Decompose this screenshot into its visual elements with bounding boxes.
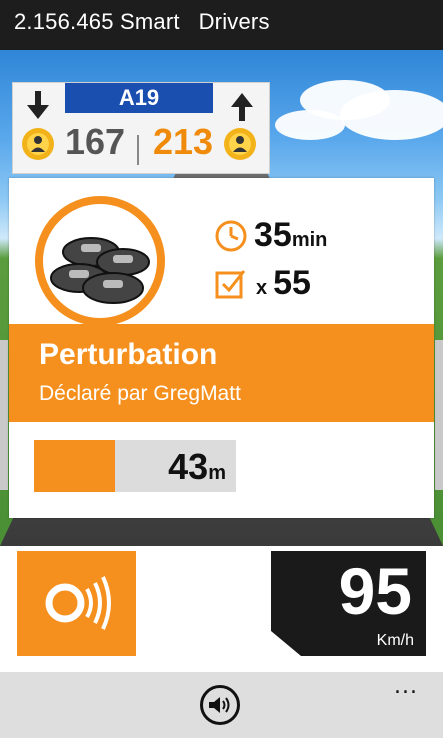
users-down-count: 167 bbox=[65, 121, 126, 162]
user-badge-icon bbox=[224, 128, 256, 160]
traffic-jam-icon bbox=[35, 196, 165, 326]
app-title: 2.156.465 Smart Drivers bbox=[14, 9, 270, 34]
clock-icon bbox=[215, 220, 247, 251]
more-button[interactable]: ... bbox=[394, 674, 418, 699]
speed-unit: Km/h bbox=[376, 632, 414, 649]
controls-area: 95 Km/h bbox=[0, 546, 443, 672]
distance-value: 43 bbox=[168, 446, 209, 487]
title-bar: 2.156.465 Smart Drivers bbox=[0, 0, 443, 50]
user-badge-icon bbox=[22, 128, 54, 160]
road-name: A19 bbox=[65, 83, 213, 113]
users-up-count: 213 bbox=[153, 121, 214, 162]
app-bar: ... bbox=[0, 672, 443, 738]
duration-unit: min bbox=[291, 229, 328, 251]
speaker-icon bbox=[209, 697, 230, 713]
speedometer: 95 Km/h bbox=[271, 551, 426, 656]
arrow-down-icon bbox=[27, 91, 49, 119]
checkbox-icon bbox=[215, 269, 246, 298]
distance-readout: 43m bbox=[168, 446, 226, 488]
report-button[interactable] bbox=[17, 551, 136, 656]
event-title: Perturbation bbox=[39, 338, 218, 371]
distance-progress: 43m bbox=[34, 440, 236, 492]
cloud bbox=[340, 90, 443, 140]
distance-progress-fill bbox=[34, 440, 115, 492]
confirm-count: 55 bbox=[273, 264, 311, 302]
arrow-up-icon bbox=[231, 93, 253, 121]
road-sign: A19 167 213 bbox=[12, 82, 270, 174]
confirmations-stat: x 55 bbox=[214, 264, 311, 303]
guardrail-left bbox=[0, 340, 8, 490]
event-banner: Perturbation Déclaré par GregMatt bbox=[9, 324, 434, 422]
reported-by: Déclaré par GregMatt bbox=[39, 382, 241, 405]
duration-value: 35 bbox=[254, 216, 292, 254]
distance-unit: m bbox=[208, 462, 226, 484]
sound-button[interactable] bbox=[200, 685, 240, 725]
confirm-prefix: x bbox=[256, 277, 268, 299]
divider bbox=[137, 135, 139, 165]
duration-stat: 35 min bbox=[214, 216, 327, 255]
guardrail-right bbox=[435, 340, 443, 490]
signal-broadcast-icon bbox=[45, 576, 111, 630]
cloud bbox=[275, 110, 345, 140]
event-card[interactable]: 35 min x 55 Perturbation Déclaré par Gre… bbox=[9, 178, 434, 518]
